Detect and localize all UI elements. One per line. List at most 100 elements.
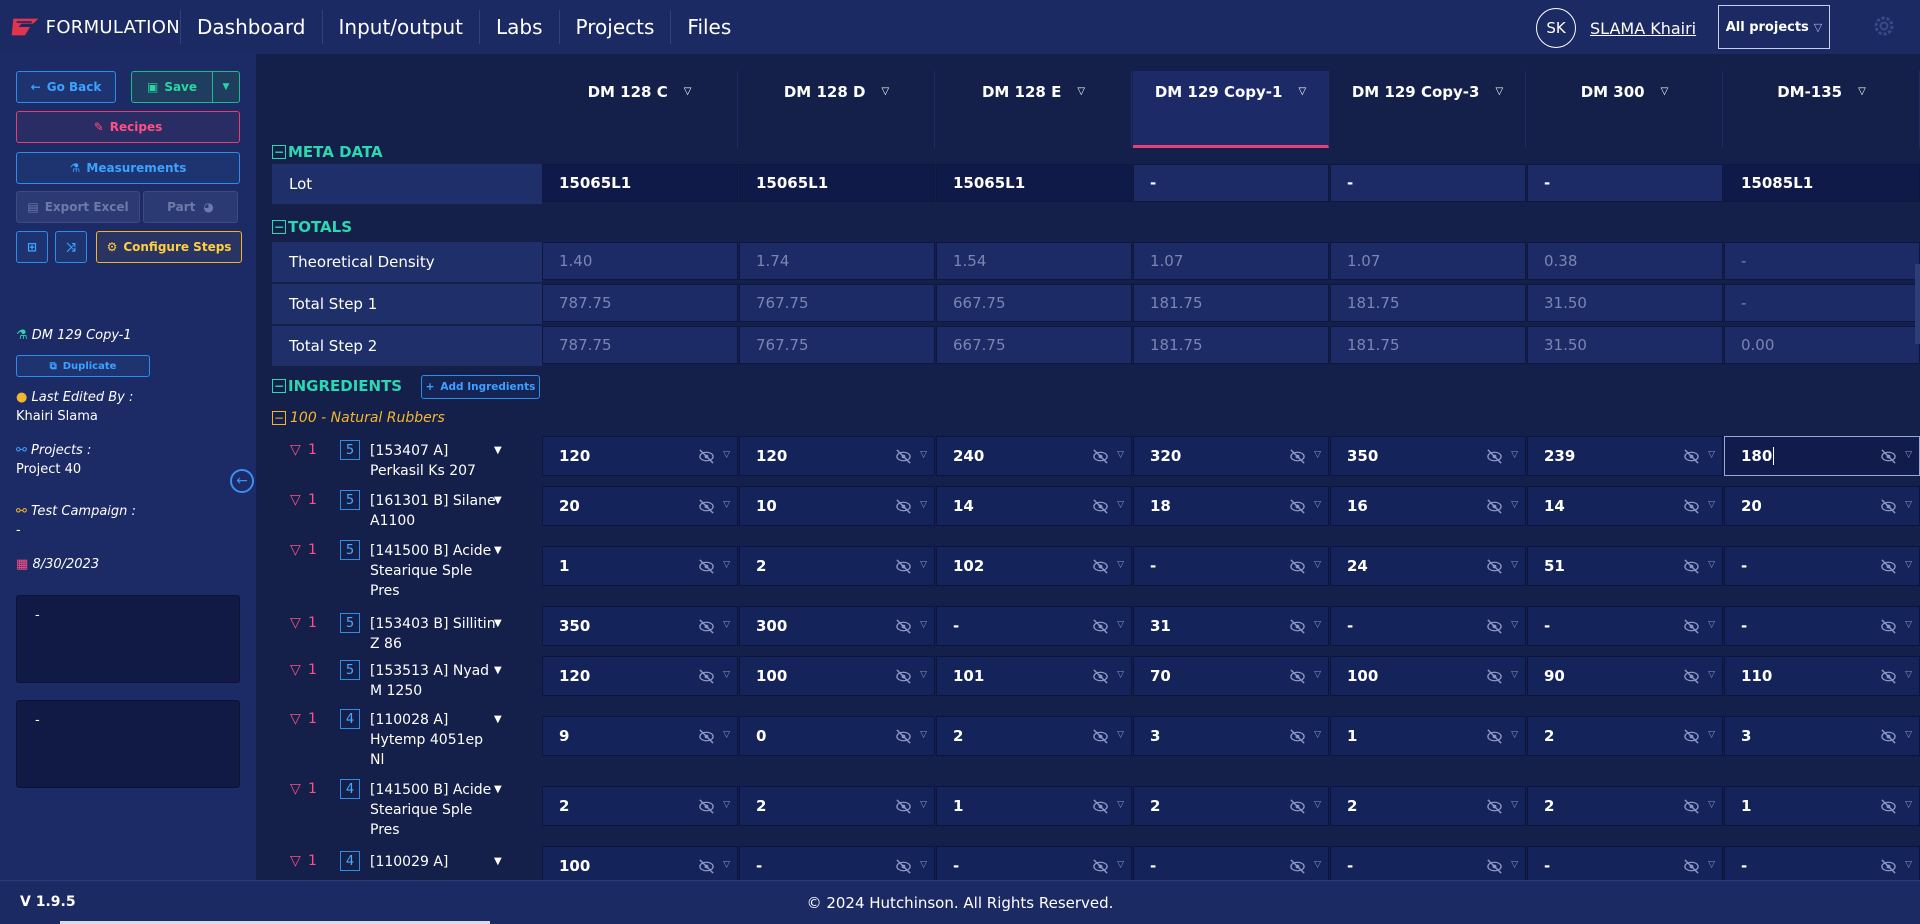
- dropdown-triangle-icon[interactable]: ▽: [1708, 560, 1715, 570]
- ingredient-value-input[interactable]: 120 ▽: [542, 656, 738, 696]
- eye-off-icon[interactable]: [1880, 858, 1897, 875]
- ingredient-value-input[interactable]: 100 ▽: [739, 656, 935, 696]
- eye-off-icon[interactable]: [1683, 728, 1700, 745]
- ingredient-value-input[interactable]: - ▽: [1133, 546, 1329, 586]
- dropdown-triangle-icon[interactable]: ▽: [1314, 670, 1321, 680]
- ingredient-value-input[interactable]: 1 ▽: [542, 546, 738, 586]
- ingredient-value-input[interactable]: 2 ▽: [1527, 786, 1723, 826]
- ingredient-value-input[interactable]: - ▽: [1724, 846, 1920, 880]
- eye-off-icon[interactable]: [1880, 498, 1897, 515]
- ingredient-value-input[interactable]: 14 ▽: [1527, 486, 1723, 526]
- meta-cell[interactable]: -: [1527, 164, 1723, 202]
- ingredient-value-input[interactable]: 102 ▽: [936, 546, 1132, 586]
- ingredient-value-input[interactable]: - ▽: [1527, 846, 1723, 880]
- go-back-button[interactable]: ← Go Back: [16, 71, 116, 103]
- eye-off-icon[interactable]: [698, 858, 715, 875]
- eye-off-icon[interactable]: [1880, 668, 1897, 685]
- ingredient-value-input[interactable]: 3 ▽: [1133, 716, 1329, 756]
- eye-off-icon[interactable]: [1683, 498, 1700, 515]
- eye-off-icon[interactable]: [1880, 618, 1897, 635]
- dropdown-triangle-icon[interactable]: ▽: [920, 450, 927, 460]
- eye-off-icon[interactable]: [1486, 558, 1503, 575]
- dropdown-triangle-icon[interactable]: ▽: [920, 800, 927, 810]
- ingredient-value-input[interactable]: 51 ▽: [1527, 546, 1723, 586]
- eye-off-icon[interactable]: [1289, 498, 1306, 515]
- vertical-scrollbar[interactable]: [1915, 264, 1920, 344]
- caret-down-icon[interactable]: ▼: [494, 665, 502, 676]
- grid-view-button[interactable]: ⊞: [16, 231, 48, 263]
- ingredient-value-input[interactable]: 2 ▽: [1133, 786, 1329, 826]
- eye-off-icon[interactable]: [1092, 558, 1109, 575]
- meta-cell[interactable]: 15065L1: [739, 164, 935, 202]
- eye-off-icon[interactable]: [1092, 618, 1109, 635]
- ingredient-group-header[interactable]: − 100 - Natural Rubbers: [272, 410, 445, 426]
- caret-down-icon[interactable]: ▼: [494, 856, 502, 867]
- ingredient-value-input[interactable]: 350 ▽: [542, 606, 738, 646]
- eye-off-icon[interactable]: [1289, 618, 1306, 635]
- dropdown-triangle-icon[interactable]: ▽: [1314, 450, 1321, 460]
- eye-off-icon[interactable]: [1683, 668, 1700, 685]
- eye-off-icon[interactable]: [895, 798, 912, 815]
- meta-cell[interactable]: -: [1133, 164, 1329, 202]
- column-header[interactable]: DM 128 E ▽: [936, 71, 1132, 148]
- eye-off-icon[interactable]: [1289, 798, 1306, 815]
- ingredient-step[interactable]: 5: [340, 490, 360, 510]
- dropdown-triangle-icon[interactable]: ▽: [1314, 860, 1321, 870]
- eye-off-icon[interactable]: [1092, 728, 1109, 745]
- dropdown-triangle-icon[interactable]: ▽: [920, 860, 927, 870]
- ingredient-step[interactable]: 5: [340, 660, 360, 680]
- eye-off-icon[interactable]: [1683, 858, 1700, 875]
- gear-icon[interactable]: [1872, 14, 1896, 38]
- column-header[interactable]: DM 300 ▽: [1527, 71, 1723, 148]
- eye-off-icon[interactable]: [1683, 618, 1700, 635]
- ingredient-value-input[interactable]: 2 ▽: [936, 716, 1132, 756]
- caret-down-icon[interactable]: ▼: [494, 445, 502, 456]
- dropdown-triangle-icon[interactable]: ▽: [920, 670, 927, 680]
- meta-cell[interactable]: 15085L1: [1724, 164, 1920, 202]
- ingredient-value-input[interactable]: - ▽: [1724, 546, 1920, 586]
- dropdown-triangle-icon[interactable]: ▽: [684, 86, 692, 97]
- ingredient-value-input[interactable]: - ▽: [1133, 846, 1329, 880]
- dropdown-triangle-icon[interactable]: ▽: [1117, 800, 1124, 810]
- dropdown-triangle-icon[interactable]: ▽: [1511, 560, 1518, 570]
- dropdown-triangle-icon[interactable]: ▽: [920, 500, 927, 510]
- eye-off-icon[interactable]: [1092, 498, 1109, 515]
- eye-off-icon[interactable]: [895, 498, 912, 515]
- dropdown-triangle-icon[interactable]: ▽: [723, 800, 730, 810]
- filter-icon[interactable]: ▽: [290, 542, 301, 558]
- eye-off-icon[interactable]: [698, 448, 715, 465]
- dropdown-triangle-icon[interactable]: ▽: [1905, 500, 1912, 510]
- ingredient-value-input[interactable]: 10 ▽: [739, 486, 935, 526]
- dropdown-triangle-icon[interactable]: ▽: [1905, 620, 1912, 630]
- dropdown-triangle-icon[interactable]: ▽: [920, 560, 927, 570]
- ingredient-value-input[interactable]: - ▽: [1330, 846, 1526, 880]
- eye-off-icon[interactable]: [895, 618, 912, 635]
- caret-down-icon[interactable]: ▼: [494, 618, 502, 629]
- ingredient-value-input[interactable]: 2 ▽: [542, 786, 738, 826]
- dropdown-triangle-icon[interactable]: ▽: [920, 730, 927, 740]
- eye-off-icon[interactable]: [698, 668, 715, 685]
- dropdown-triangle-icon[interactable]: ▽: [1511, 800, 1518, 810]
- eye-off-icon[interactable]: [1880, 558, 1897, 575]
- duplicate-button[interactable]: ⧉ Duplicate: [16, 355, 150, 377]
- dropdown-triangle-icon[interactable]: ▽: [1905, 730, 1912, 740]
- ingredient-value-input[interactable]: 16 ▽: [1330, 486, 1526, 526]
- ingredient-value-input[interactable]: 1 ▽: [1724, 786, 1920, 826]
- dropdown-triangle-icon[interactable]: ▽: [1117, 560, 1124, 570]
- dropdown-triangle-icon[interactable]: ▽: [723, 670, 730, 680]
- ingredient-value-input[interactable]: - ▽: [1330, 606, 1526, 646]
- collapse-icon[interactable]: −: [272, 145, 286, 159]
- eye-off-icon[interactable]: [698, 728, 715, 745]
- eye-off-icon[interactable]: [1880, 448, 1897, 465]
- ingredient-value-input[interactable]: 24 ▽: [1330, 546, 1526, 586]
- ingredient-value-input[interactable]: - ▽: [1527, 606, 1723, 646]
- dropdown-triangle-icon[interactable]: ▽: [1708, 730, 1715, 740]
- column-header[interactable]: DM 128 D ▽: [739, 71, 935, 148]
- dropdown-triangle-icon[interactable]: ▽: [1314, 730, 1321, 740]
- recipes-button[interactable]: ✎ Recipes: [16, 111, 240, 143]
- ingredient-step[interactable]: 5: [340, 613, 360, 633]
- nav-files[interactable]: Files: [671, 0, 747, 54]
- dropdown-triangle-icon[interactable]: ▽: [1117, 450, 1124, 460]
- user-name-link[interactable]: SLAMA Khairi: [1590, 19, 1696, 38]
- meta-cell[interactable]: -: [1330, 164, 1526, 202]
